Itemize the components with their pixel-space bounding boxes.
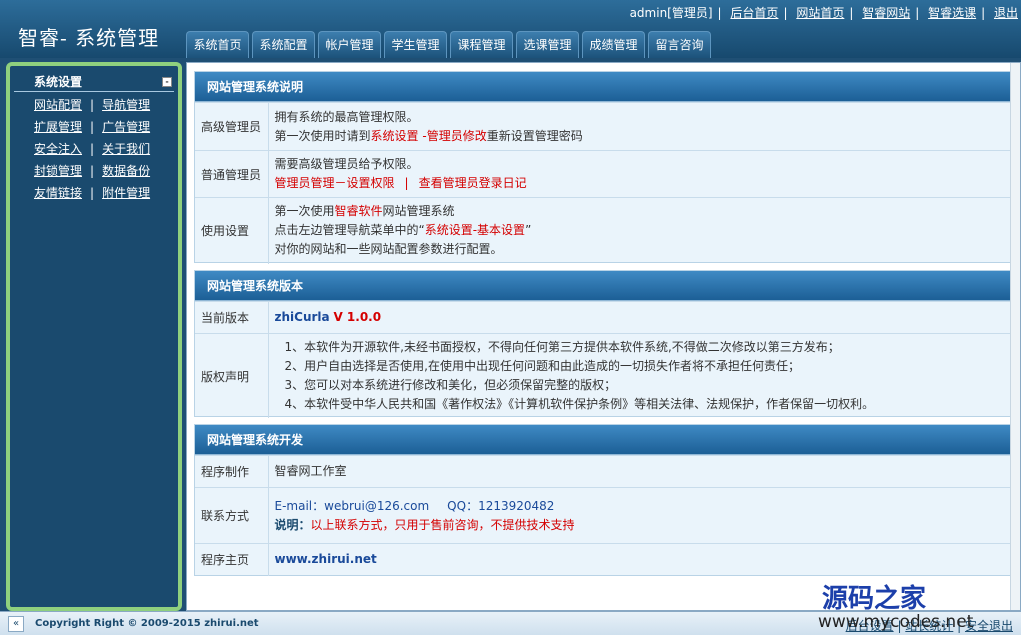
table-row: 高级管理员 拥有系统的最高管理权限。 第一次使用时请到系统设置 -管理员修改重新…	[195, 102, 1010, 151]
table-row: 普通管理员 需要高级管理员给予权限。 管理员管理－设置权限 | 查看管理员登录日记	[195, 150, 1010, 198]
current-user: admin[管理员]	[629, 6, 713, 20]
link-zhirui-site[interactable]: 智睿网站	[859, 6, 913, 20]
contact-note: 以上联系方式，只用于售前咨询，不提供技术支持	[310, 517, 575, 532]
link-logout[interactable]: 退出	[991, 6, 1021, 20]
link-zhirui-course[interactable]: 智睿选课	[925, 6, 979, 20]
link-system-settings[interactable]: 系统设置	[371, 129, 419, 143]
tab-system-config[interactable]: 系统配置	[252, 31, 315, 58]
row-label: 高级管理员	[195, 102, 269, 151]
sidebar-item-attachments[interactable]: 附件管理	[102, 186, 150, 200]
sidebar-item-security[interactable]: 安全注入	[34, 142, 82, 156]
menu-row: 友情链接 | 附件管理	[34, 186, 151, 200]
table-row: 版权声明 1、本软件为开源软件,未经书面授权，不得向任何第三方提供本软件系统,不…	[195, 333, 1010, 418]
copyright: Copyright Right © 2009-2015 zhirui.net	[35, 618, 259, 629]
watermark-logo: 源码之家	[822, 584, 927, 614]
tab-system-home[interactable]: 系统首页	[186, 31, 249, 58]
watermark-url: www.mycodes.net	[818, 612, 974, 632]
row-label: 版权声明	[195, 333, 269, 418]
top-header: 智睿- 系统管理 admin[管理员] | 后台首页 | 网站首页 | 智睿网站 | 智…	[0, 0, 1021, 58]
collapse-icon[interactable]: -	[162, 77, 172, 87]
main-content: 网站管理系统说明 高级管理员 拥有系统的最高管理权限。 第一次使用时请到系统设置…	[186, 62, 1021, 611]
menu-row: 扩展管理 | 广告管理	[34, 120, 151, 134]
contact-email: webrui@126.com	[324, 498, 430, 513]
section-title: 网站管理系统开发	[195, 425, 1010, 455]
tab-student[interactable]: 学生管理	[384, 31, 447, 58]
top-links: admin[管理员] | 后台首页 | 网站首页 | 智睿网站 | 智睿选课 | 退出	[627, 4, 1021, 20]
sidebar-toggle-icon[interactable]: «	[8, 616, 24, 632]
link-login-log[interactable]: 查看管理员登录日记	[419, 176, 527, 190]
sidebar-item-site-config[interactable]: 网站配置	[34, 98, 82, 112]
version-number: V 1.0.0	[333, 310, 382, 324]
tab-selection[interactable]: 选课管理	[516, 31, 579, 58]
sidebar-item-backup[interactable]: 数据备份	[102, 164, 150, 178]
tab-course[interactable]: 课程管理	[450, 31, 513, 58]
table-row: 当前版本 zhiCurla V 1.0.0	[195, 301, 1010, 334]
section-version: 网站管理系统版本 当前版本 zhiCurla V 1.0.0 版权声明 1、本软…	[194, 270, 1011, 418]
intro-table: 高级管理员 拥有系统的最高管理权限。 第一次使用时请到系统设置 -管理员修改重新…	[195, 102, 1010, 264]
menu-row: 封锁管理 | 数据备份	[34, 164, 151, 178]
row-label: 当前版本	[195, 301, 269, 334]
tab-messages[interactable]: 留言咨询	[648, 31, 711, 58]
tab-grades[interactable]: 成绩管理	[582, 31, 645, 58]
menu-row: 安全注入 | 关于我们	[34, 142, 151, 156]
table-row: 程序制作 智睿网工作室	[195, 455, 1010, 488]
contact-qq: 1213920482	[478, 498, 555, 513]
dev-table: 程序制作 智睿网工作室 联系方式 E-mail：webrui@126.com QQ…	[195, 455, 1010, 576]
sidebar-item-ads[interactable]: 广告管理	[102, 120, 150, 134]
sidebar-title: 系统设置 -	[14, 72, 174, 92]
sidebar: 系统设置 - 网站配置 | 导航管理 扩展管理 | 广告管理 安全注入 | 关于我们 封锁管…	[6, 62, 182, 611]
section-dev: 网站管理系统开发 程序制作 智睿网工作室 联系方式 E-mail：webrui@…	[194, 424, 1011, 576]
section-intro: 网站管理系统说明 高级管理员 拥有系统的最高管理权限。 第一次使用时请到系统设置…	[194, 71, 1011, 264]
license-term: 2、用户自由选择是否使用,在使用中出现任何问题和由此造成的一切损失作者将不承担任…	[284, 359, 800, 373]
row-label: 使用设置	[195, 197, 269, 264]
license-term: 4、本软件受中华人民共和国《著作权法》《计算机软件保护条例》等相关法律、法规保护…	[284, 397, 875, 411]
sidebar-item-nav[interactable]: 导航管理	[102, 98, 150, 112]
sidebar-item-about[interactable]: 关于我们	[102, 142, 150, 156]
license-term: 1、本软件为开源软件,未经书面授权，不得向任何第三方提供本软件系统,不得做二次修…	[284, 340, 840, 354]
sidebar-item-links[interactable]: 友情链接	[34, 186, 82, 200]
license-term: 3、您可以对本系统进行修改和美化，但必须保留完整的版权；	[284, 378, 617, 392]
table-row: 使用设置 第一次使用智睿软件网站管理系统 点击左边管理导航菜单中的“系统设置-基…	[195, 197, 1010, 264]
brand-logo: 智睿- 系统管理	[18, 26, 160, 50]
row-label: 普通管理员	[195, 150, 269, 198]
sidebar-item-block[interactable]: 封锁管理	[34, 164, 82, 178]
link-admin-modify[interactable]: 管理员修改	[427, 129, 487, 143]
sidebar-item-extensions[interactable]: 扩展管理	[34, 120, 82, 134]
menu-row: 网站配置 | 导航管理	[34, 98, 151, 112]
table-row: 程序主页 www.zhirui.net	[195, 543, 1010, 576]
link-set-permissions[interactable]: 管理员管理－设置权限	[275, 176, 395, 190]
homepage-link[interactable]: www.zhirui.net	[275, 552, 377, 566]
row-label: 程序制作	[195, 455, 269, 488]
tab-account[interactable]: 帐户管理	[318, 31, 381, 58]
content-scrollbar[interactable]	[1010, 63, 1020, 610]
link-site-home[interactable]: 网站首页	[793, 6, 847, 20]
sidebar-menu: 网站配置 | 导航管理 扩展管理 | 广告管理 安全注入 | 关于我们 封锁管理 | 数据备份 …	[34, 94, 174, 204]
main-tabs: 系统首页 系统配置 帐户管理 学生管理 课程管理 选课管理 成绩管理 留言咨询	[186, 31, 714, 58]
row-label: 程序主页	[195, 543, 269, 576]
row-label: 联系方式	[195, 487, 269, 544]
section-title: 网站管理系统版本	[195, 271, 1010, 301]
version-table: 当前版本 zhiCurla V 1.0.0 版权声明 1、本软件为开源软件,未经…	[195, 301, 1010, 418]
section-title: 网站管理系统说明	[195, 72, 1010, 102]
product-name: zhiCurla	[274, 310, 330, 324]
link-admin-home[interactable]: 后台首页	[727, 6, 781, 20]
table-row: 联系方式 E-mail：webrui@126.com QQ：1213920482 …	[195, 487, 1010, 544]
